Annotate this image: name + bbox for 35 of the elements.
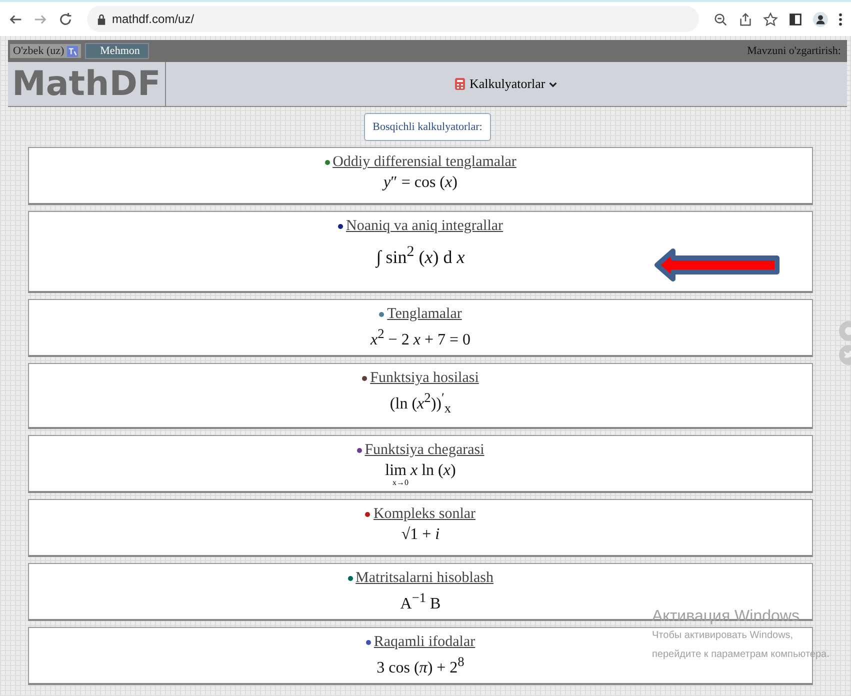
address-bar[interactable]: mathdf.com/uz/ bbox=[87, 6, 699, 32]
calculator-link[interactable]: Oddiy differensial tenglamalar bbox=[332, 154, 516, 171]
calculator-link[interactable]: Funktsiya hosilasi bbox=[370, 370, 479, 387]
calculator-icon bbox=[455, 78, 466, 90]
user-button[interactable]: Mehmon bbox=[85, 43, 149, 59]
formula: y″ = cos (x) bbox=[384, 174, 458, 192]
calculator-link[interactable]: Kompleks sonlar bbox=[373, 506, 476, 523]
share-icon[interactable] bbox=[738, 12, 753, 26]
arrow-icon bbox=[654, 248, 780, 282]
zoom-icon[interactable] bbox=[713, 12, 728, 26]
calculators-menu[interactable]: Kalkulyatorlar bbox=[166, 76, 847, 92]
theme-label: Mavzuni o'zgartirish: bbox=[746, 44, 842, 58]
profile-icon[interactable] bbox=[813, 12, 828, 26]
formula: ∫ sin$^{2}$ (x) d x bbox=[376, 244, 465, 268]
formula: 3 cos (π) + 2$^{8}$ bbox=[376, 654, 464, 678]
calculator-link[interactable]: Raqamli ifodalar bbox=[374, 634, 476, 651]
sidebar-icon[interactable] bbox=[788, 12, 803, 26]
language-selector[interactable]: O'zbek (uz) bbox=[10, 44, 82, 58]
translate-icon bbox=[67, 46, 78, 56]
chevron-icon bbox=[549, 80, 558, 88]
calculator-link[interactable]: Matritsalarni hisoblash bbox=[356, 570, 494, 587]
formula: lim x ln (x) bbox=[385, 462, 456, 480]
calculator-link[interactable]: Tenglamalar bbox=[387, 306, 462, 323]
formula: √1 + i bbox=[401, 526, 440, 544]
reload-icon[interactable] bbox=[58, 12, 73, 26]
step-calculators-button[interactable]: Bosqichli kalkulyatorlar: bbox=[364, 113, 492, 141]
site-logo[interactable]: MathDF bbox=[8, 62, 166, 106]
formula: x$^{2}$ − 2 x + 7 = 0 bbox=[370, 326, 470, 350]
menu-icon[interactable] bbox=[838, 12, 843, 26]
limit-subscript: x→0 bbox=[392, 478, 408, 487]
lock-icon bbox=[97, 14, 106, 24]
calculator-link[interactable]: Noaniq va aniq integrallar bbox=[346, 218, 504, 235]
star-icon[interactable] bbox=[763, 12, 778, 26]
calculator-link[interactable]: Funktsiya chegarasi bbox=[364, 442, 484, 459]
formula: A$^{−1}$ B bbox=[400, 590, 441, 614]
